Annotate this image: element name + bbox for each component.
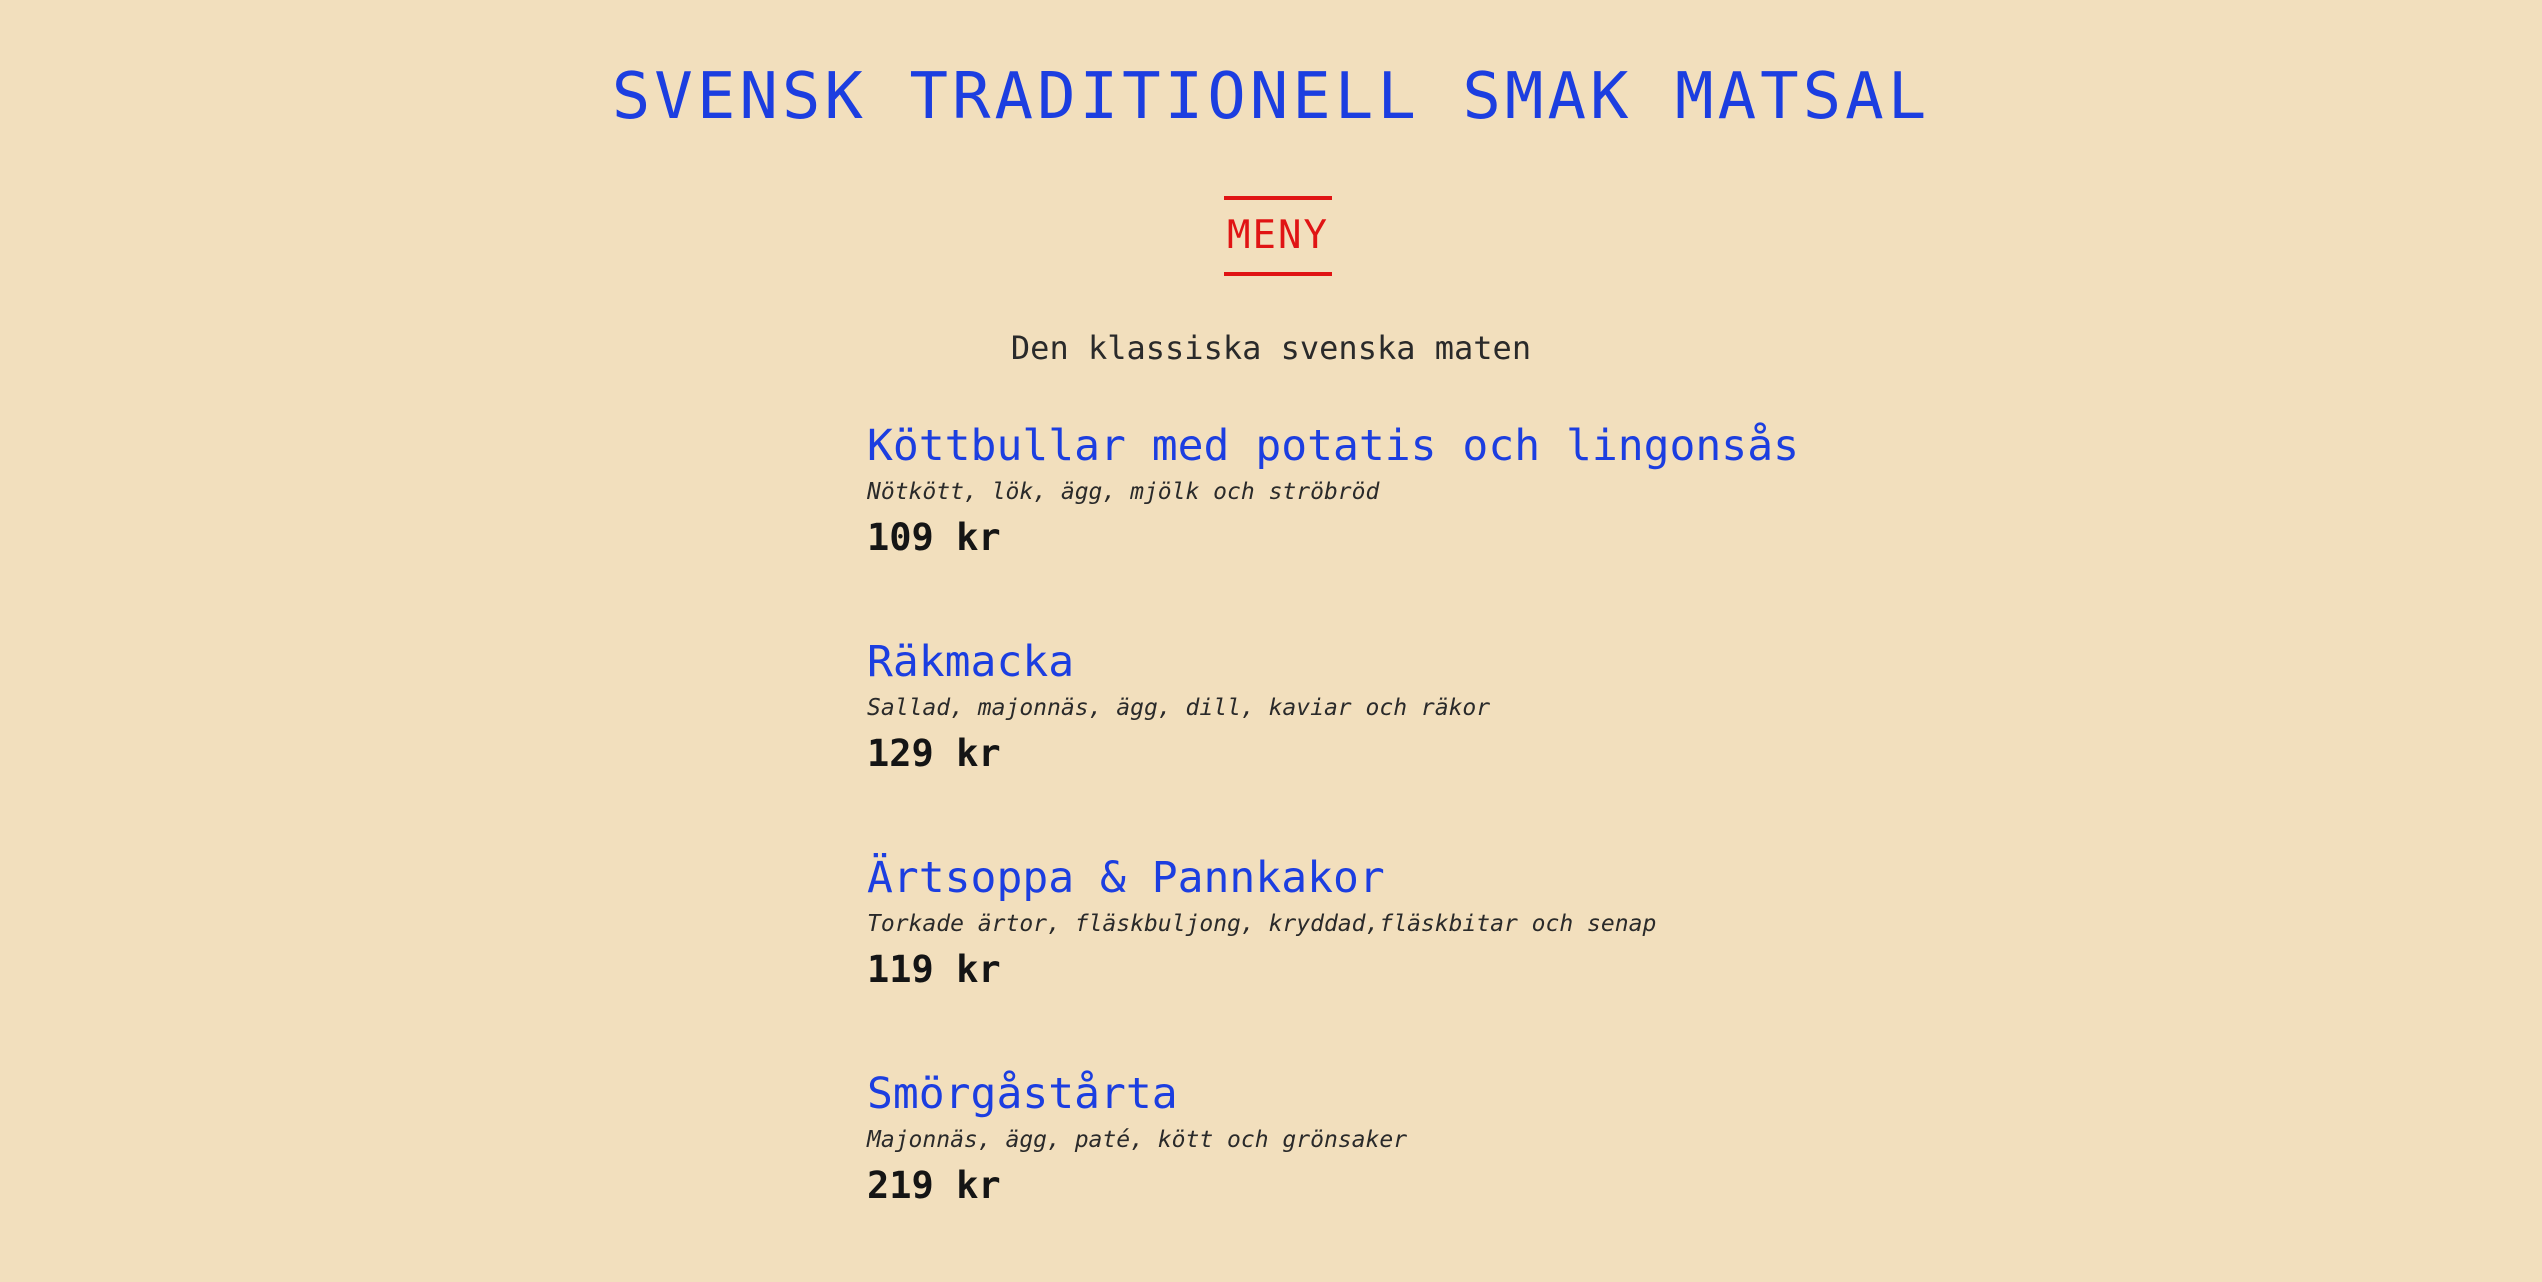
dish-ingredients: Nötkött, lök, ägg, mjölk och ströbröd (867, 479, 1380, 505)
dish-ingredients: Sallad, majonnäs, ägg, dill, kaviar och … (867, 695, 1491, 721)
dish-name: Smörgåstårta (867, 1069, 1178, 1119)
menu-subtitle: Den klassiska svenska maten (1010, 329, 1532, 367)
menu-item: Köttbullar med potatis och lingonsås Nöt… (867, 418, 1867, 634)
menu-heading: MENY (1224, 196, 1332, 276)
dish-ingredients: Torkade ärtor, fläskbuljong, kryddad,flä… (867, 911, 1657, 937)
page-title: SVENSK TRADITIONELL SMAK MATSAL (611, 60, 1931, 134)
menu-item: Ärtsoppa & Pannkakor Torkade ärtor, fläs… (867, 850, 1867, 1066)
menu-item: Smörgåstårta Majonnäs, ägg, paté, kött o… (867, 1066, 1867, 1282)
dish-name: Köttbullar med potatis och lingonsås (867, 421, 1799, 471)
dish-name: Ärtsoppa & Pannkakor (867, 853, 1385, 903)
dish-price: 109 kr (867, 516, 1001, 559)
dish-ingredients: Majonnäs, ägg, paté, kött och grönsaker (867, 1127, 1408, 1153)
dish-price: 119 kr (867, 948, 1001, 991)
dish-price: 129 kr (867, 732, 1001, 775)
dish-name: Räkmacka (867, 637, 1075, 687)
dish-price: 219 kr (867, 1164, 1001, 1207)
menu-item: Räkmacka Sallad, majonnäs, ägg, dill, ka… (867, 634, 1867, 850)
menu-list: Köttbullar med potatis och lingonsås Nöt… (867, 418, 1867, 1282)
